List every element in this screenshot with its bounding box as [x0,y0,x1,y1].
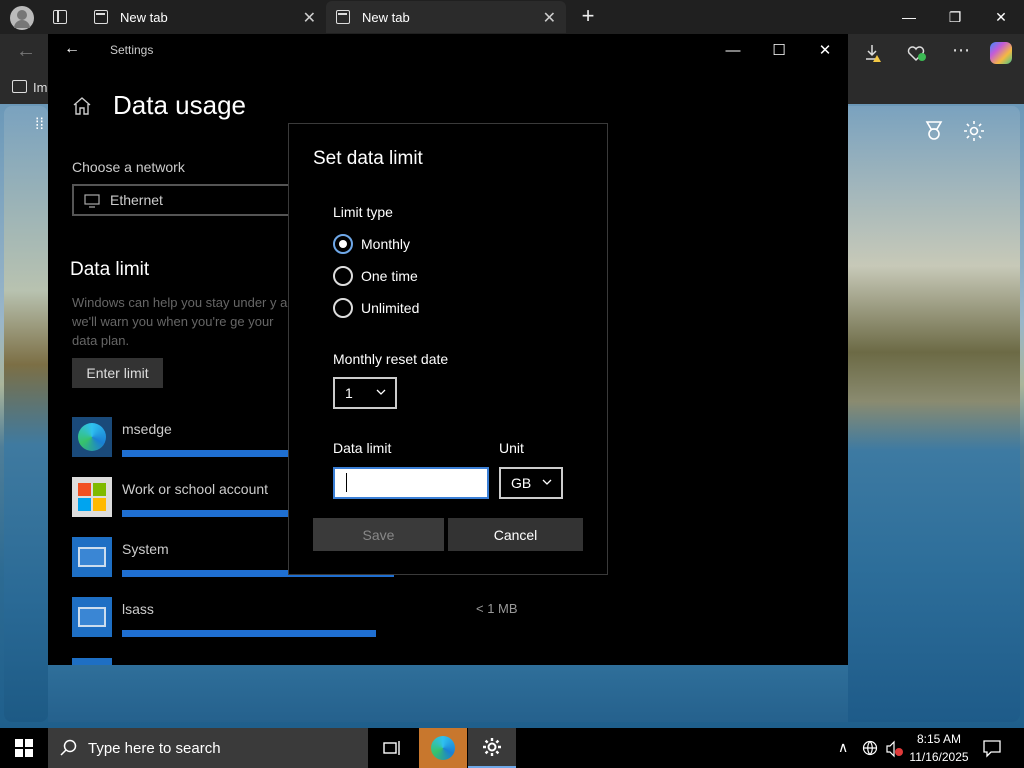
taskbar-search-box[interactable]: Type here to search [48,728,368,768]
settings-back-icon[interactable]: ← [64,40,80,58]
app-usage-bar [122,630,376,637]
app-name: msedge [122,421,172,437]
taskbar-settings-button[interactable] [468,728,516,768]
start-windows-icon[interactable] [15,739,33,757]
task-view-icon [383,741,400,755]
app-name: System [122,541,169,557]
browser-essentials-icon[interactable] [906,43,928,63]
taskbar-clock[interactable]: 8:15 AM 11/16/2025 [906,730,972,766]
chevron-up-icon[interactable]: ∧ [838,739,848,756]
reset-date-select[interactable]: 1 [333,377,397,409]
radio-label: Unlimited [361,300,420,316]
tab-label: New tab [120,9,168,25]
unit-label: Unit [499,440,524,456]
chevron-down-icon [376,389,386,395]
favorites-item-label[interactable]: Im [33,80,47,95]
wallpaper-bottom [48,665,848,722]
home-icon[interactable] [72,96,92,116]
apps-launcher-icon[interactable]: ⁞⁞ [35,117,47,140]
browser-tab-1[interactable]: New tab ✕ [84,1,326,33]
copilot-icon[interactable] [990,42,1012,64]
text-cursor [346,473,347,492]
enter-limit-button[interactable]: Enter limit [72,358,163,388]
network-label: Choose a network [72,159,185,175]
app-usage-bar [122,510,288,517]
app-name: Work or school account [122,481,269,497]
system-app-icon [72,597,112,637]
app-usage-bar [122,450,288,457]
back-arrow-icon[interactable]: ← [16,40,36,63]
data-limit-description: Windows can help you stay under y and we… [72,295,302,348]
system-app-icon [72,537,112,577]
windows-logo-icon [72,477,112,517]
network-select[interactable]: Ethernet [72,184,312,216]
chevron-down-icon [542,479,552,485]
ethernet-icon [84,194,100,208]
radio-button[interactable] [333,266,353,286]
data-limit-label: Data limit [333,440,392,456]
clock-date: 11/16/2025 [909,750,969,764]
edge-icon [431,736,455,760]
settings-close-button[interactable]: ✕ [802,34,848,66]
unit-value: GB [511,475,532,491]
settings-window-title: Settings [110,43,154,57]
radio-button[interactable] [333,234,353,254]
browser-tabstrip: New tab ✕ New tab ✕ + — ❐ ✕ [0,0,1024,34]
taskbar-edge-button[interactable] [419,728,467,768]
radio-label: One time [361,268,418,284]
rewards-icon[interactable] [922,119,946,143]
radio-unlimited[interactable]: Unlimited [333,298,419,318]
page-settings-gear-icon[interactable] [962,119,986,143]
dialog-title: Set data limit [313,148,423,169]
new-tab-page-icon [336,10,350,24]
close-icon[interactable]: ✕ [303,8,316,28]
settings-minimize-button[interactable]: — [710,34,756,66]
close-window-button[interactable]: ✕ [978,0,1024,34]
set-data-limit-dialog: Set data limit Limit type Monthly One ti… [288,123,608,575]
minimize-button[interactable]: — [886,0,932,34]
task-view-button[interactable] [368,728,416,768]
close-icon[interactable]: ✕ [543,8,556,28]
restore-button[interactable]: ❐ [932,0,978,34]
data-limit-input[interactable] [333,467,489,499]
edge-icon [72,417,112,457]
favorites-folder-icon[interactable] [12,80,27,93]
new-tab-page-icon [94,10,108,24]
settings-maximize-button[interactable]: ☐ [756,34,802,66]
profile-avatar[interactable] [10,6,34,30]
volume-muted-icon[interactable] [885,740,905,758]
taskbar: Type here to search ∧ 8:15 AM 11/16/2025 [0,728,1024,768]
limit-type-label: Limit type [333,204,393,220]
cancel-button[interactable]: Cancel [448,518,583,551]
notifications-icon[interactable] [982,738,1002,758]
system-app-icon [72,658,112,665]
app-data-size: < 1 MB [476,601,518,616]
save-button[interactable]: Save [313,518,444,551]
search-icon [60,739,77,756]
gear-icon [483,738,501,756]
downloads-icon[interactable] [864,43,884,63]
reset-date-value: 1 [345,385,353,401]
wallpaper-left [4,106,48,722]
reset-date-label: Monthly reset date [333,351,449,367]
network-globe-icon[interactable] [862,740,880,758]
more-options-icon[interactable]: ⋯ [952,40,970,61]
search-placeholder: Type here to search [88,739,221,757]
wallpaper-right [848,106,1020,722]
page-title: Data usage [113,90,246,120]
clock-time: 8:15 AM [916,732,962,746]
radio-monthly[interactable]: Monthly [333,234,410,254]
new-tab-button[interactable]: + [576,4,600,28]
unit-select[interactable]: GB [499,467,563,499]
tab-label: New tab [362,9,410,25]
app-name: lsass [122,601,154,617]
network-value: Ethernet [110,192,163,208]
radio-label: Monthly [361,236,411,252]
data-limit-heading: Data limit [70,259,150,280]
radio-one-time[interactable]: One time [333,266,418,286]
tab-actions-icon[interactable] [53,10,67,24]
browser-tab-2[interactable]: New tab ✕ [326,1,566,33]
radio-button[interactable] [333,298,353,318]
